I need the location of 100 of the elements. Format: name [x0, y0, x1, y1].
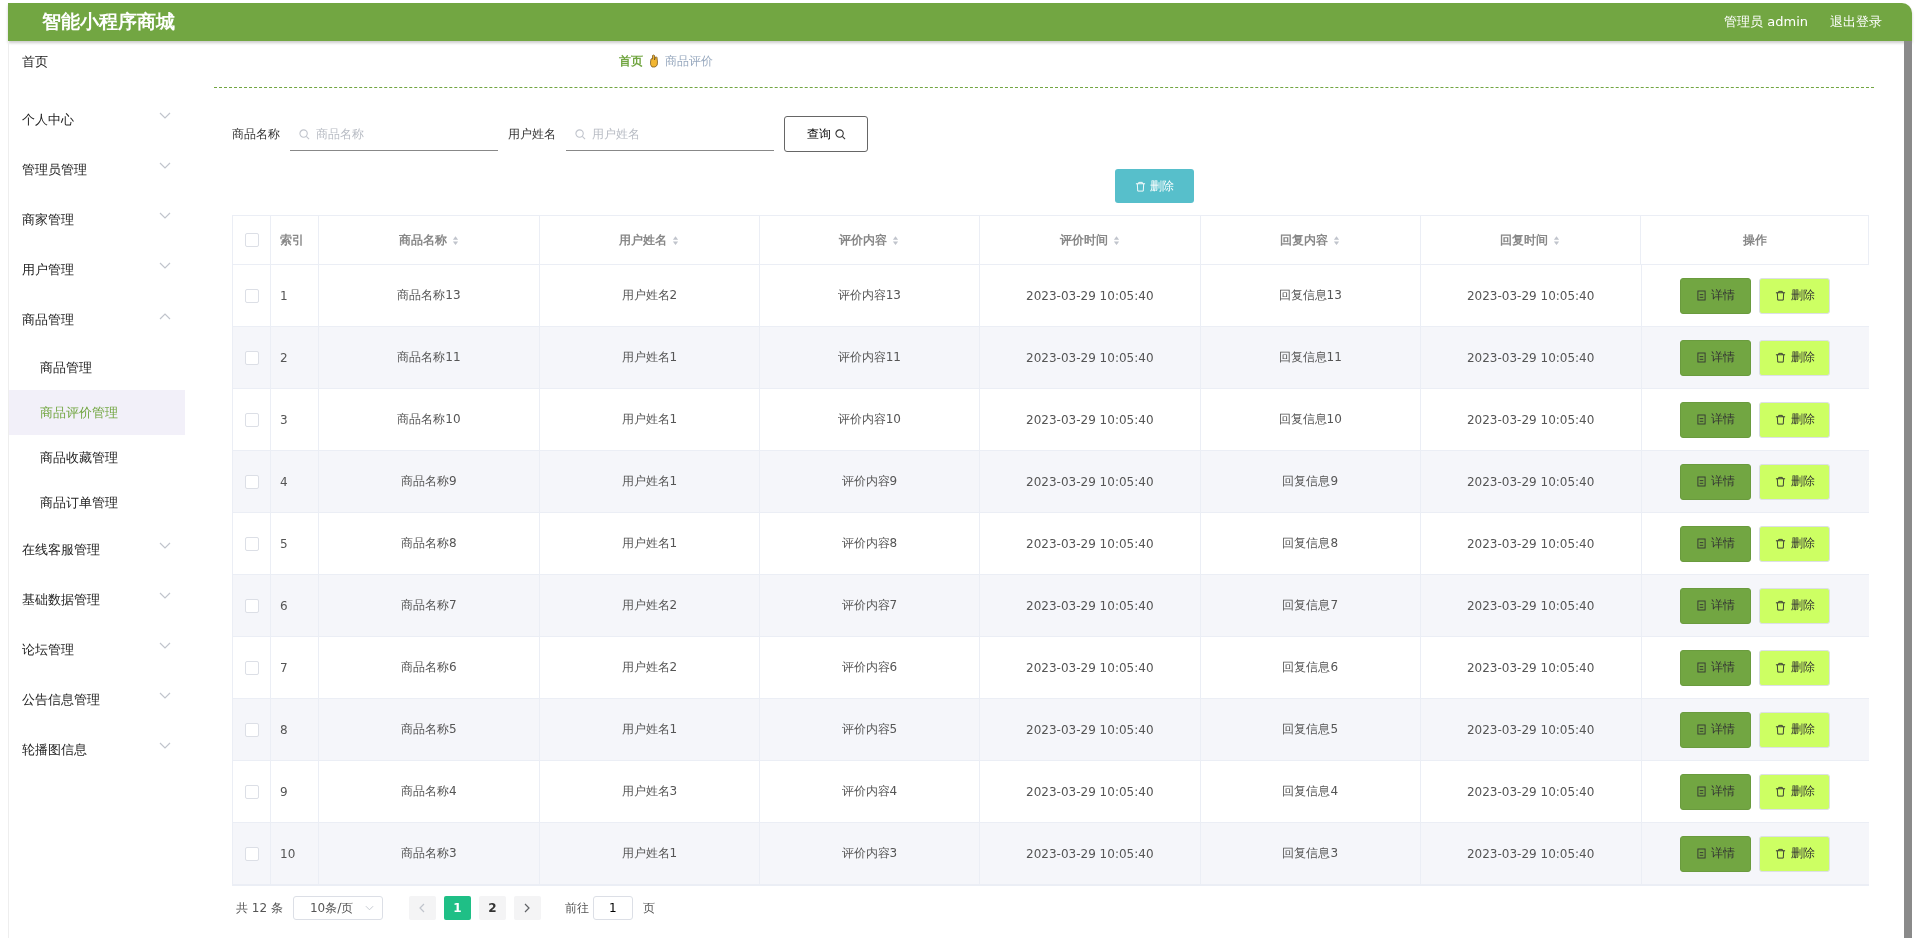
detail-button[interactable]: 详情	[1680, 401, 1752, 438]
checkbox[interactable]	[244, 598, 259, 613]
detail-button[interactable]: 详情	[1680, 649, 1752, 686]
checkbox[interactable]	[244, 412, 259, 427]
chevron-icon	[159, 542, 171, 550]
sidebar-item[interactable]: 轮播图信息	[9, 725, 185, 775]
document-icon	[1696, 724, 1706, 735]
table-cell: 2023-03-29 10:05:40	[1026, 350, 1154, 365]
checkbox[interactable]	[244, 722, 259, 737]
sidebar-item[interactable]: 公告信息管理	[9, 675, 185, 725]
checkbox[interactable]	[244, 536, 259, 551]
table-cell: 评价内容3	[841, 845, 898, 862]
chevron-icon	[159, 112, 171, 120]
detail-button[interactable]: 详情	[1680, 525, 1752, 562]
table-cell: 8	[280, 722, 288, 737]
sort-icon[interactable]	[1112, 234, 1120, 246]
checkbox[interactable]	[244, 784, 259, 799]
delete-button[interactable]: 删除	[1759, 835, 1831, 872]
column-header: 回复时间	[1500, 231, 1549, 249]
table-cell: 4	[280, 474, 288, 489]
sort-icon[interactable]	[1333, 234, 1341, 246]
trash-icon	[1134, 180, 1146, 192]
table-cell: 评价内容8	[841, 535, 898, 552]
document-icon	[1696, 786, 1706, 797]
table-cell: 回复信息8	[1282, 535, 1339, 552]
sidebar-item[interactable]: 管理员管理	[9, 145, 185, 195]
delete-button[interactable]: 删除	[1759, 401, 1831, 438]
delete-button[interactable]: 删除	[1759, 711, 1831, 748]
sidebar-subitem[interactable]: 商品管理	[9, 345, 185, 390]
sort-icon[interactable]	[892, 234, 900, 246]
table-cell: 1	[280, 288, 288, 303]
trash-icon	[1774, 414, 1786, 425]
table-cell: 2023-03-29 10:05:40	[1026, 288, 1154, 303]
table-cell: 2023-03-29 10:05:40	[1466, 660, 1595, 675]
sort-icon[interactable]	[1553, 234, 1561, 246]
search-field[interactable]: 用户姓名	[566, 117, 774, 151]
sidebar-item[interactable]: 商品管理	[9, 295, 185, 345]
total-count: 共 12 条	[236, 899, 283, 917]
sort-icon[interactable]	[672, 234, 680, 246]
search-icon	[299, 129, 310, 140]
detail-button[interactable]: 详情	[1680, 587, 1752, 624]
app-title: 智能小程序商城	[42, 9, 176, 34]
goto-label: 前往	[564, 899, 589, 917]
delete-button[interactable]: 删除	[1759, 339, 1831, 376]
table-cell: 2023-03-29 10:05:40	[1026, 660, 1154, 675]
checkbox[interactable]	[244, 233, 259, 247]
table-cell: 2023-03-29 10:05:40	[1466, 846, 1595, 861]
checkbox[interactable]	[244, 846, 259, 861]
table-cell: 用户姓名1	[621, 411, 678, 428]
table-cell: 用户姓名1	[621, 473, 678, 490]
table-cell: 商品名称11	[397, 349, 461, 366]
query-button[interactable]: 查询	[784, 116, 868, 152]
chevron-icon	[159, 592, 171, 600]
delete-button[interactable]: 删除	[1759, 649, 1831, 686]
table-cell: 回复信息6	[1282, 659, 1339, 676]
delete-button[interactable]: 删除	[1759, 773, 1831, 810]
sort-icon[interactable]	[451, 234, 459, 246]
sidebar-item[interactable]: 基础数据管理	[9, 575, 185, 625]
table-cell: 评价内容10	[837, 411, 901, 428]
field-label: 用户姓名	[508, 125, 556, 143]
trash-icon	[1774, 786, 1786, 797]
sidebar-item[interactable]: 首页	[9, 51, 185, 95]
detail-button[interactable]: 详情	[1680, 773, 1752, 810]
table-cell: 2023-03-29 10:05:40	[1026, 474, 1154, 489]
detail-button[interactable]: 详情	[1680, 339, 1752, 376]
sidebar-subitem[interactable]: 商品收藏管理	[9, 435, 185, 480]
detail-button[interactable]: 详情	[1680, 711, 1752, 748]
column-header: 索引	[280, 231, 305, 249]
checkbox[interactable]	[244, 288, 259, 303]
page-suffix: 页	[642, 899, 655, 917]
next-page-button[interactable]	[513, 896, 541, 920]
detail-button[interactable]: 详情	[1680, 463, 1752, 500]
delete-button[interactable]: 删除	[1759, 277, 1831, 314]
table-cell: 回复信息10	[1278, 411, 1342, 428]
sidebar-subitem[interactable]: 商品订单管理	[9, 480, 185, 525]
checkbox[interactable]	[244, 474, 259, 489]
chevron-icon	[159, 642, 171, 650]
document-icon	[1696, 476, 1706, 487]
search-field[interactable]: 商品名称	[290, 117, 498, 151]
detail-button[interactable]: 详情	[1680, 277, 1752, 314]
page-input[interactable]: 1	[592, 896, 633, 920]
chevron-right-icon	[524, 903, 531, 913]
sidebar-item[interactable]: 论坛管理	[9, 625, 185, 675]
sidebar-item[interactable]: 商家管理	[9, 195, 185, 245]
delete-button[interactable]: 删除	[1759, 587, 1831, 624]
delete-button[interactable]: 删除	[1759, 463, 1831, 500]
table-cell: 商品名称8	[401, 535, 457, 552]
scrollbar[interactable]	[1904, 41, 1912, 938]
table-cell: 7	[280, 660, 288, 675]
checkbox[interactable]	[244, 350, 259, 365]
detail-button[interactable]: 详情	[1680, 835, 1752, 872]
sidebar-item[interactable]: 用户管理	[9, 245, 185, 295]
table-cell: 评价内容4	[841, 783, 898, 800]
sidebar-item[interactable]: 在线客服管理	[9, 525, 185, 575]
page-size-select[interactable]: 10条/页	[292, 896, 383, 920]
sidebar-item[interactable]: 个人中心	[9, 95, 185, 145]
delete-button[interactable]: 删除	[1759, 525, 1831, 562]
page-number[interactable]: 2	[478, 896, 506, 920]
checkbox[interactable]	[244, 660, 259, 675]
previous-page-button[interactable]	[408, 896, 436, 920]
